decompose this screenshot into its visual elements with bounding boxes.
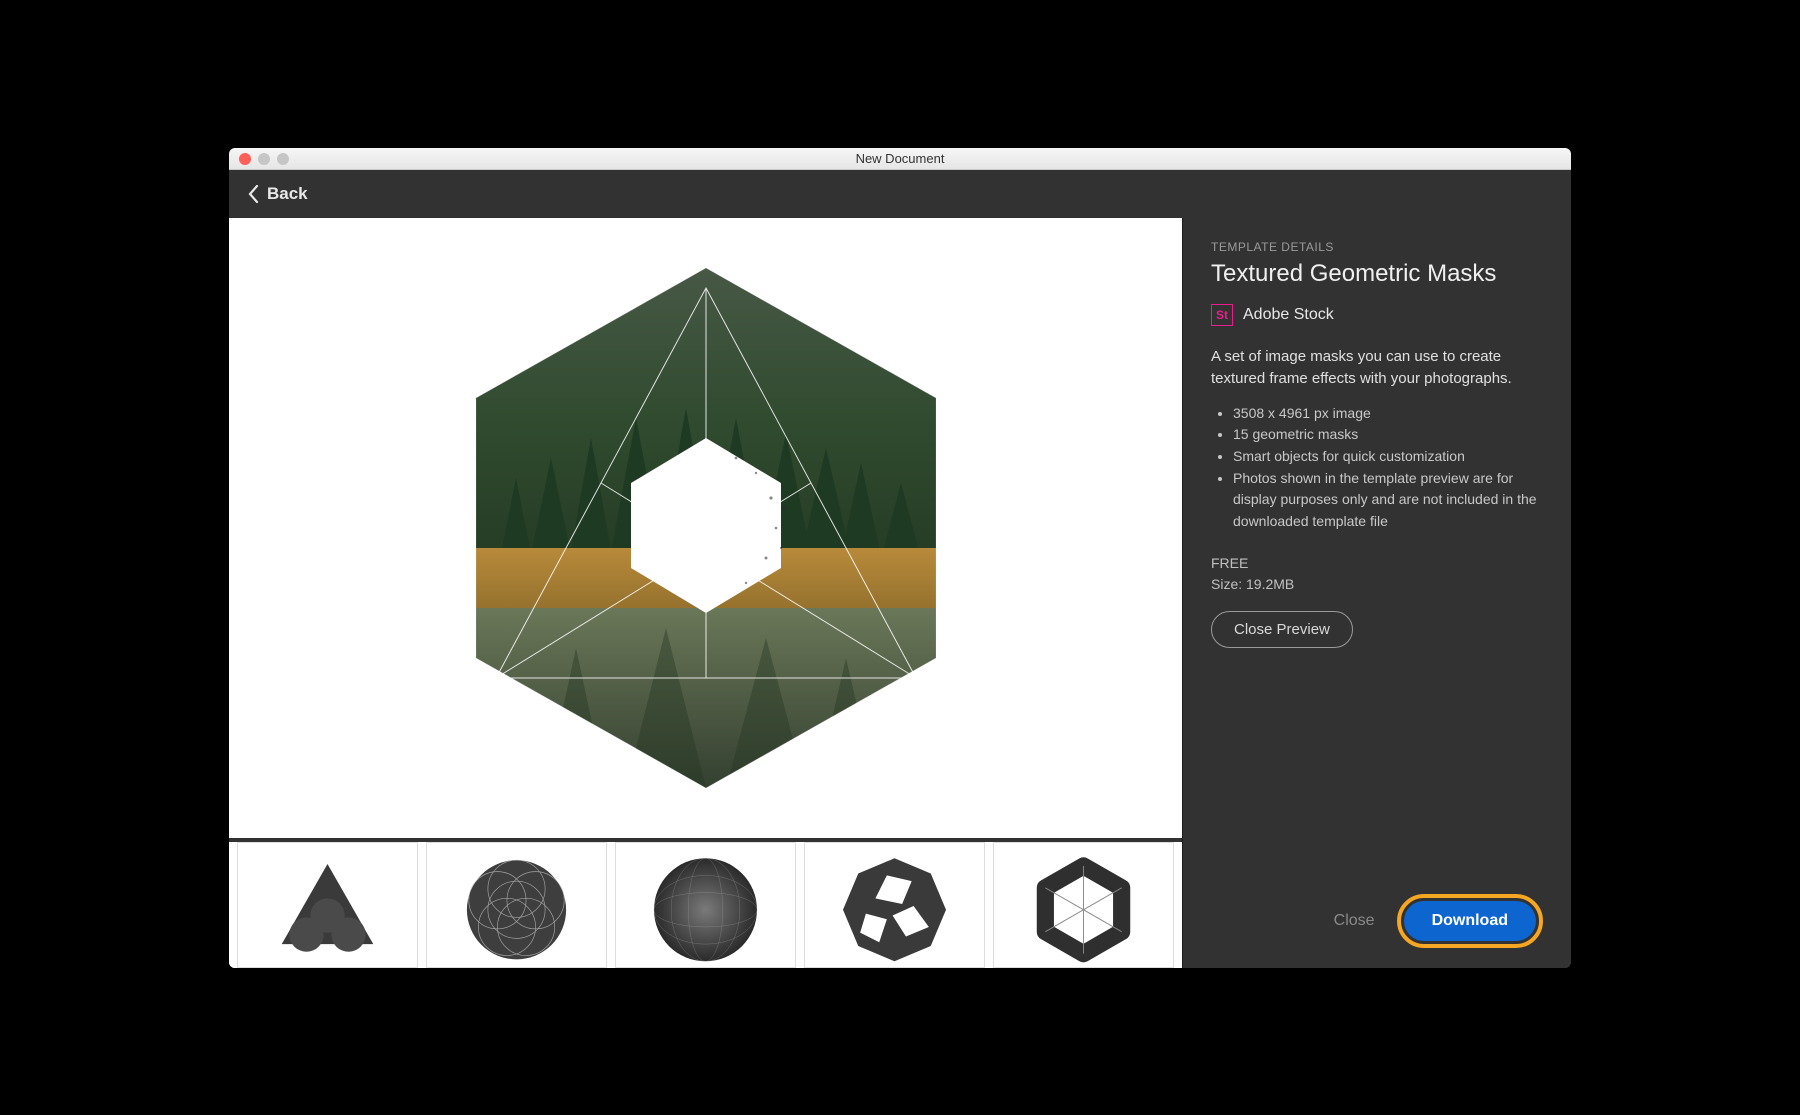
close-preview-button[interactable]: Close Preview <box>1211 611 1353 648</box>
maximize-window-button[interactable] <box>277 153 289 165</box>
stock-source[interactable]: St Adobe Stock <box>1211 304 1543 326</box>
adobe-stock-icon: St <box>1211 304 1233 326</box>
traffic-lights <box>239 153 289 165</box>
details-pane: TEMPLATE DETAILS Textured Geometric Mask… <box>1183 218 1571 968</box>
close-window-button[interactable] <box>239 153 251 165</box>
download-button[interactable]: Download <box>1404 901 1536 941</box>
thumbnail-4[interactable] <box>804 842 985 968</box>
titlebar: New Document <box>229 148 1571 170</box>
content: TEMPLATE DETAILS Textured Geometric Mask… <box>229 218 1571 968</box>
back-button[interactable]: Back <box>247 184 308 204</box>
back-label: Back <box>267 184 308 204</box>
preview-image <box>229 218 1182 838</box>
thumbnail-3[interactable] <box>615 842 796 968</box>
stock-name: Adobe Stock <box>1243 306 1334 324</box>
preview-pane <box>229 218 1183 968</box>
download-highlight: Download <box>1397 894 1543 948</box>
thumbnail-5[interactable] <box>993 842 1174 968</box>
template-title: Textured Geometric Masks <box>1211 260 1543 288</box>
feature-item: 15 geometric masks <box>1233 424 1543 446</box>
window-title: New Document <box>856 151 945 166</box>
footer-actions: Close Download <box>1211 894 1543 948</box>
toolbar: Back <box>229 170 1571 218</box>
feature-item: Photos shown in the template preview are… <box>1233 468 1543 533</box>
feature-item: 3508 x 4961 px image <box>1233 403 1543 425</box>
feature-item: Smart objects for quick customization <box>1233 446 1543 468</box>
close-button[interactable]: Close <box>1326 902 1383 940</box>
chevron-left-icon <box>247 185 259 203</box>
thumbnail-1[interactable] <box>237 842 418 968</box>
template-description: A set of image masks you can use to crea… <box>1211 346 1543 391</box>
thumbnail-strip <box>229 838 1182 968</box>
new-document-window: New Document Back <box>229 148 1571 968</box>
price: FREE <box>1211 553 1543 574</box>
thumbnail-2[interactable] <box>426 842 607 968</box>
file-size: Size: 19.2MB <box>1211 574 1543 595</box>
minimize-window-button[interactable] <box>258 153 270 165</box>
details-label: TEMPLATE DETAILS <box>1211 240 1543 254</box>
template-features: 3508 x 4961 px image 15 geometric masks … <box>1211 403 1543 533</box>
template-meta: FREE Size: 19.2MB <box>1211 553 1543 595</box>
